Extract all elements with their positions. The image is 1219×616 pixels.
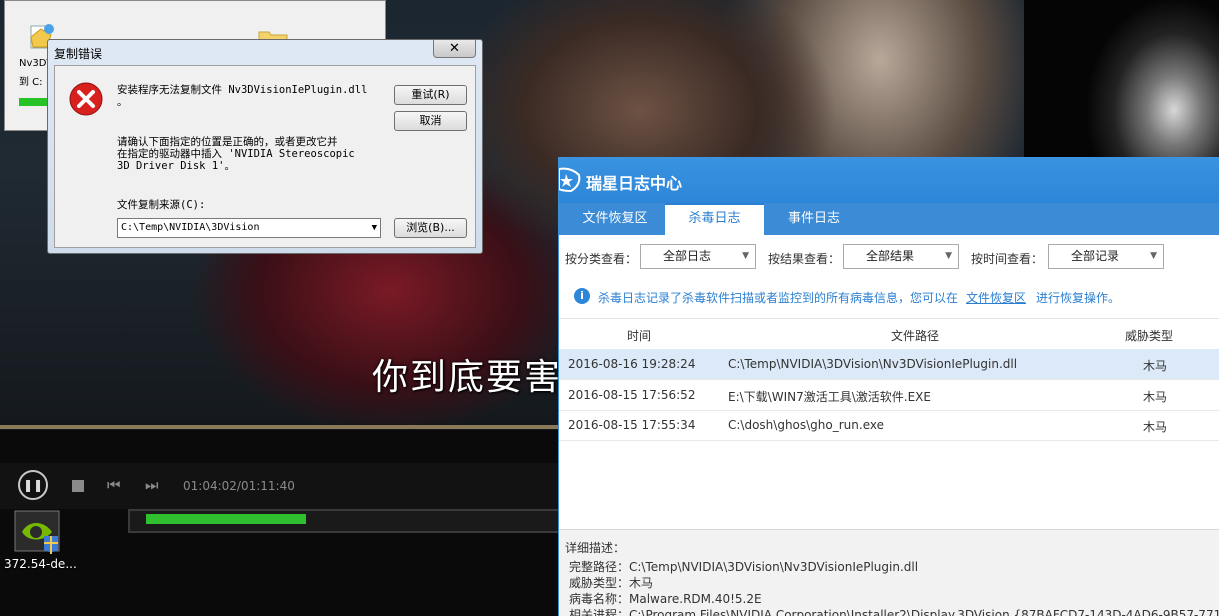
instruction-message: 请确认下面指定的位置是正确的，或者更改它并 在指定的驱动器中插入 'NVIDIA…	[117, 136, 355, 172]
log-header: 瑞星日志中心	[559, 157, 1219, 203]
row-path: C:\Temp\NVIDIA\3DVision\Nv3DVisionIePlug…	[728, 357, 1018, 371]
install-progress-fill	[146, 514, 306, 524]
row-time: 2016-08-16 19:28:24	[568, 357, 696, 371]
time-filter-value: 全部记录	[1071, 249, 1120, 263]
column-threat-type[interactable]: 威胁类型	[1125, 327, 1173, 344]
close-icon: ✕	[449, 41, 460, 56]
table-row[interactable]: 2016-08-15 17:56:52 E:\下载\WIN7激活工具\激活软件.…	[559, 380, 1219, 411]
column-file-path[interactable]: 文件路径	[891, 327, 939, 344]
row-type: 木马	[1143, 359, 1168, 373]
error-icon	[69, 82, 103, 116]
table-header: 时间 文件路径 威胁类型	[559, 318, 1219, 350]
info-icon: i	[574, 288, 590, 304]
dialog-title: 复制错误	[54, 47, 103, 61]
install-progress-bar	[128, 509, 568, 533]
previous-icon: ⏮	[107, 476, 121, 494]
time-filter-label: 按时间查看：	[971, 252, 1044, 266]
detail-virus-name: 病毒名称：Malware.RDM.40!5.2E	[569, 592, 762, 606]
category-filter-select[interactable]: 全部日志 ▼	[640, 244, 756, 269]
source-label: 文件复制来源(C):	[117, 199, 206, 211]
chevron-down-icon: ▼	[945, 251, 952, 261]
tab-event-log[interactable]: 事件日志	[764, 203, 864, 235]
row-path: C:\dosh\ghos\gho_run.exe	[728, 418, 884, 432]
close-button[interactable]: ✕	[433, 40, 476, 58]
info-text: 杀毒日志记录了杀毒软件扫描或者监控到的所有病毒信息，您可以在	[598, 291, 959, 305]
dropdown-arrow-icon: ▼	[371, 223, 377, 233]
category-filter-value: 全部日志	[663, 249, 712, 263]
playback-time: 01:04:02/01:11:40	[183, 479, 295, 493]
result-filter-label: 按结果查看：	[768, 252, 841, 266]
row-time: 2016-08-15 17:55:34	[568, 418, 696, 432]
explorer-progress	[19, 98, 49, 106]
file-recovery-link[interactable]: 文件恢复区	[966, 289, 1026, 306]
chevron-down-icon: ▼	[742, 251, 749, 261]
log-center-title: 瑞星日志中心	[586, 174, 683, 193]
table-row[interactable]: 2016-08-16 19:28:24 C:\Temp\NVIDIA\3DVis…	[559, 349, 1219, 380]
video-seek-bar[interactable]	[0, 425, 558, 429]
row-path: E:\下载\WIN7激活工具\激活软件.EXE	[728, 390, 931, 404]
previous-button[interactable]: ⏮	[107, 476, 121, 494]
row-time: 2016-08-15 17:56:52	[568, 388, 696, 402]
tab-antivirus-log[interactable]: 杀毒日志	[665, 203, 764, 235]
column-time[interactable]: 时间	[627, 327, 651, 344]
explorer-destination-label: 到 C:	[19, 77, 43, 88]
pause-button[interactable]: ❚❚	[18, 470, 48, 500]
result-filter-select[interactable]: 全部结果 ▼	[843, 244, 959, 269]
result-filter-value: 全部结果	[866, 249, 915, 263]
detail-threat-type: 威胁类型：木马	[569, 576, 654, 590]
row-type: 木马	[1143, 420, 1168, 434]
stop-button[interactable]	[72, 480, 84, 492]
video-subtitle: 你到底要害乡	[372, 357, 558, 398]
source-path-value: C:\Temp\NVIDIA\3DVision	[121, 222, 260, 233]
log-tabs: 文件恢复区 杀毒日志 事件日志	[559, 203, 1219, 235]
browse-button[interactable]: 浏览(B)...	[394, 218, 467, 238]
video-side-frame	[1024, 0, 1219, 175]
copy-error-dialog: 复制错误 ✕ 安装程序无法复制文件 Nv3DVisionIePlugin.dll…	[47, 39, 483, 254]
cancel-button[interactable]: 取消	[394, 111, 467, 131]
row-type: 木马	[1143, 390, 1168, 404]
detail-panel: 详细描述： 完整路径：C:\Temp\NVIDIA\3DVision\Nv3DV…	[559, 529, 1219, 616]
ruixing-logo-icon	[559, 167, 581, 193]
log-center-window: 瑞星日志中心 文件恢复区 杀毒日志 事件日志 按分类查看： 全部日志 ▼ 按结果…	[558, 157, 1219, 616]
desktop-icon-label[interactable]: 372.54-de...	[4, 557, 77, 571]
next-icon: ⏭	[145, 476, 159, 494]
detail-title: 详细描述：	[565, 541, 626, 555]
pause-icon: ❚❚	[22, 478, 44, 492]
next-button[interactable]: ⏭	[145, 476, 159, 494]
nvidia-installer-icon[interactable]	[14, 510, 60, 554]
dialog-body: 安装程序无法复制文件 Nv3DVisionIePlugin.dll 。 请确认下…	[54, 65, 476, 248]
detail-full-path: 完整路径：C:\Temp\NVIDIA\3DVision\Nv3DVisionI…	[569, 560, 919, 574]
retry-button[interactable]: 重试(R)	[394, 85, 467, 105]
time-filter-select[interactable]: 全部记录 ▼	[1048, 244, 1164, 269]
detail-process: 相关进程：C:\Program Files\NVIDIA Corporation…	[569, 608, 1219, 616]
source-path-select[interactable]: C:\Temp\NVIDIA\3DVision ▼	[117, 218, 381, 238]
info-text-end: 进行恢复操作。	[1036, 291, 1121, 305]
tab-file-recovery[interactable]: 文件恢复区	[559, 203, 671, 235]
category-filter-label: 按分类查看：	[565, 252, 638, 266]
table-row[interactable]: 2016-08-15 17:55:34 C:\dosh\ghos\gho_run…	[559, 410, 1219, 441]
chevron-down-icon: ▼	[1150, 251, 1157, 261]
error-message: 安装程序无法复制文件 Nv3DVisionIePlugin.dll 。	[117, 84, 368, 108]
